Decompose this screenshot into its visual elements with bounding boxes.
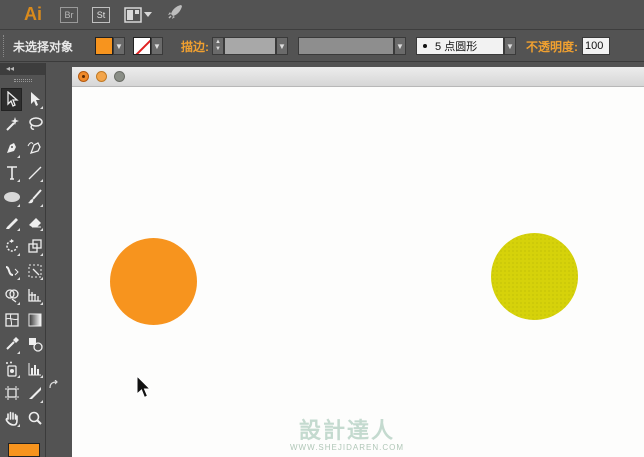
magic-wand-tool[interactable] (0, 112, 23, 137)
line-segment-tool[interactable] (23, 161, 46, 186)
column-graph-tool[interactable] (23, 357, 46, 382)
pen-tool[interactable] (0, 136, 23, 161)
stroke-color-swatch[interactable] (133, 37, 152, 55)
scale-tool[interactable] (23, 234, 46, 259)
artboard-tool[interactable] (0, 381, 23, 406)
mouse-pointer-icon (136, 375, 152, 399)
artboard-canvas[interactable]: 設計達人 WWW.SHEJIDAREN.COM (72, 88, 644, 457)
document-window: 設計達人 WWW.SHEJIDAREN.COM (72, 67, 644, 457)
swap-fill-stroke-icon[interactable] (48, 380, 60, 390)
rocket-icon (168, 5, 182, 19)
tools-collapse-button[interactable]: ◂◂ (0, 63, 45, 75)
control-bar-grip[interactable] (3, 35, 7, 57)
stroke-weight-input[interactable] (224, 37, 277, 55)
pencil-tool[interactable] (0, 210, 23, 235)
minimize-window-button[interactable] (96, 71, 107, 82)
perspective-grid-tool[interactable] (23, 283, 46, 308)
zoom-tool[interactable] (23, 406, 46, 431)
yellow-circle-shape[interactable] (491, 233, 578, 320)
eraser-tool[interactable] (23, 210, 46, 235)
profile-dropdown[interactable]: ▼ (394, 37, 407, 55)
close-window-button[interactable] (78, 71, 89, 82)
paintbrush-tool[interactable] (23, 185, 46, 210)
orange-circle-shape[interactable] (110, 238, 197, 325)
stroke-label[interactable]: 描边: (181, 38, 209, 55)
zoom-window-button[interactable] (114, 71, 125, 82)
stroke-weight-stepper[interactable]: ▲ ▼ (212, 37, 225, 55)
gradient-icon (28, 313, 41, 327)
symbol-sprayer-tool[interactable] (0, 357, 23, 382)
brush-label: 5 点圆形 (435, 41, 478, 53)
stroke-dropdown[interactable]: ▼ (151, 37, 164, 55)
curvature-pen-icon (27, 142, 41, 155)
gpu-performance-button[interactable] (166, 3, 184, 26)
opacity-input[interactable]: 100 (582, 37, 611, 55)
blend-tool[interactable] (23, 332, 46, 357)
eyedropper-tool[interactable] (0, 332, 23, 357)
stock-button[interactable]: St (92, 6, 110, 23)
lasso-tool[interactable] (23, 112, 46, 137)
fill-color-swatch[interactable] (95, 37, 114, 55)
bridge-button[interactable]: Br (60, 6, 78, 23)
app-logo: Ai (24, 4, 42, 24)
variable-width-profile[interactable] (298, 37, 395, 55)
tools-panel: ◂◂ (0, 63, 46, 457)
free-transform-tool[interactable] (23, 259, 46, 284)
mesh-icon (4, 313, 19, 327)
lasso-icon (28, 117, 43, 130)
zoom-magnifier-icon (28, 411, 42, 425)
selection-arrow-icon (6, 91, 19, 108)
curvature-tool[interactable] (23, 136, 46, 161)
application-bar: Ai Br St (0, 0, 644, 30)
brush-dropdown[interactable]: ▼ (504, 37, 517, 55)
direct-selection-tool[interactable] (23, 87, 46, 112)
mesh-tool[interactable] (0, 308, 23, 333)
watermark-title: 設計達人 (298, 418, 395, 444)
ellipse-tool[interactable] (0, 185, 23, 210)
slice-tool[interactable] (23, 381, 46, 406)
fill-dropdown[interactable]: ▼ (113, 37, 126, 55)
watermark-url: WWW.SHEJIDAREN.COM (290, 443, 404, 452)
magic-wand-icon (5, 116, 19, 131)
stroke-weight-dropdown[interactable]: ▼ (276, 37, 289, 55)
control-bar: 未选择对象 ▼ ▼ 描边: ▲ ▼ ▼ ▼ 5 点圆形 ▼ 不透明度: 100 (0, 31, 644, 62)
chevron-down-icon (144, 11, 152, 17)
brush-dot-icon (423, 44, 428, 48)
width-tool[interactable] (0, 259, 23, 284)
tools-fill-swatch[interactable] (8, 443, 40, 457)
illustrator-window: Ai Br St 未选择对象 ▼ ▼ 描边: ▲ ▼ ▼ ▼ 5 点圆形 ▼ 不… (0, 0, 644, 457)
type-tool[interactable] (0, 161, 23, 186)
artboard-icon (4, 386, 19, 401)
arrange-documents-icon (124, 6, 142, 23)
selection-status: 未选择对象 (13, 39, 74, 54)
brush-definition[interactable]: 5 点圆形 (416, 37, 505, 55)
gradient-tool[interactable] (23, 308, 46, 333)
shape-builder-tool[interactable] (0, 283, 23, 308)
ellipse-icon (3, 192, 20, 203)
tools-grip[interactable] (0, 75, 45, 85)
selection-tool[interactable] (1, 88, 22, 111)
hand-tool[interactable] (0, 406, 23, 431)
arrange-documents-button[interactable] (124, 6, 152, 23)
rotate-tool[interactable] (0, 234, 23, 259)
watermark: 設計達人 WWW.SHEJIDAREN.COM (272, 413, 422, 452)
opacity-label[interactable]: 不透明度: (526, 38, 578, 55)
document-titlebar (72, 67, 644, 87)
blend-icon (28, 338, 43, 352)
